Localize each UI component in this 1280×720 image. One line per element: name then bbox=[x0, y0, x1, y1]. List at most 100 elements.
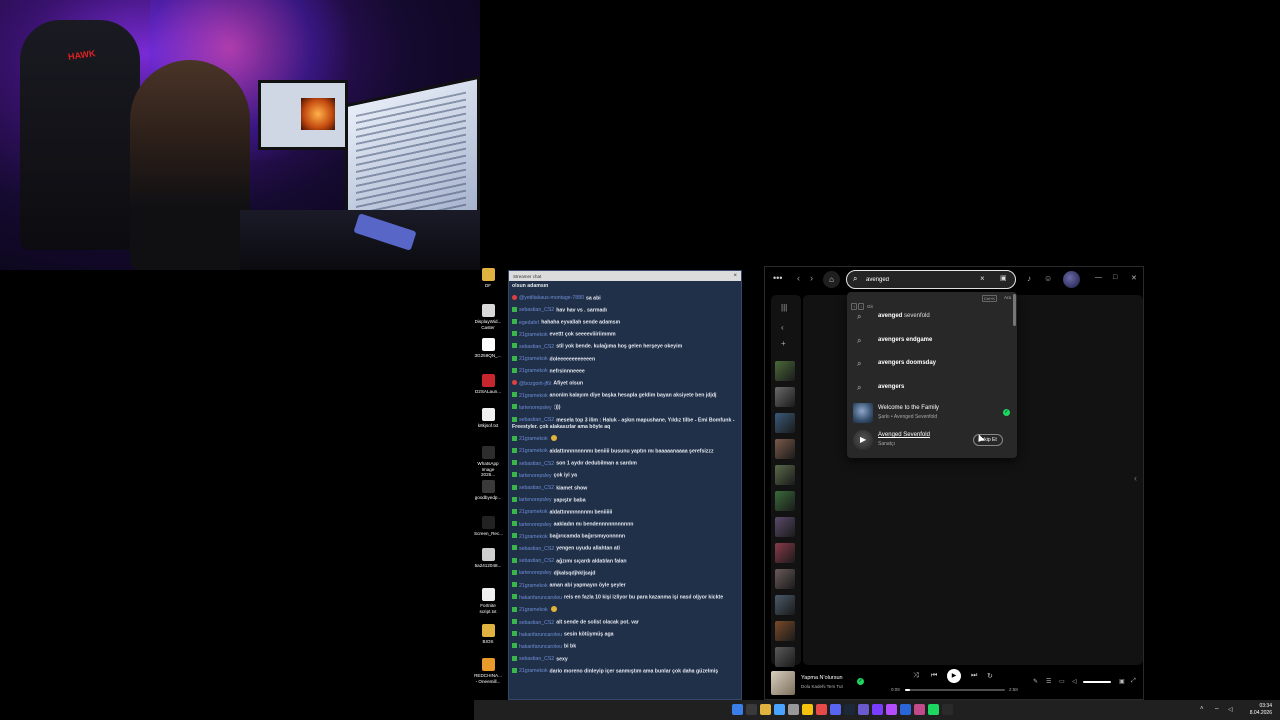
volume-slider[interactable] bbox=[1083, 681, 1111, 683]
friends-icon[interactable]: ☺ bbox=[1044, 274, 1052, 283]
taskbar-app-icon[interactable] bbox=[928, 704, 939, 715]
cover-art[interactable] bbox=[771, 671, 795, 695]
search-suggestion[interactable]: ⌕ avengers doomsday bbox=[847, 353, 1017, 375]
taskbar-app-icon[interactable] bbox=[914, 704, 925, 715]
desktop-icon[interactable]: WhatsApp Image 2026... bbox=[474, 446, 502, 478]
library-item[interactable] bbox=[775, 543, 795, 563]
track-artist[interactable]: Dolu Kadehi Ters Tut bbox=[801, 684, 843, 689]
spotify-window[interactable]: ••• ‹ › ⌂ ⌕ × ▣ ♪ ☺ — □ ✕ ||| ‹ + ‹ ↑↓Gi… bbox=[764, 266, 1144, 700]
queue-icon[interactable]: ☰ bbox=[1046, 678, 1051, 685]
chevron-left-icon[interactable]: ‹ bbox=[1134, 473, 1137, 483]
library-item[interactable] bbox=[775, 621, 795, 641]
plus-icon[interactable]: + bbox=[781, 339, 786, 348]
speaker-icon[interactable]: ◁ bbox=[1228, 706, 1233, 713]
desktop-icon[interactable]: Fortnite script.txt bbox=[474, 588, 502, 614]
desktop-icon[interactable]: DisplayWid... Caster bbox=[474, 304, 502, 330]
library-item[interactable] bbox=[775, 647, 795, 667]
chat-username[interactable]: 21gramekok bbox=[519, 509, 548, 515]
chat-username[interactable]: hakanfaruncaroleu bbox=[519, 644, 562, 650]
chat-username[interactable]: 21gramekok bbox=[519, 356, 548, 362]
desktop-icon[interactable]: k8kjsof.txt bbox=[474, 408, 502, 429]
chat-username[interactable]: sebastian_CS2 bbox=[519, 485, 554, 491]
chat-username[interactable]: lartenorepsley bbox=[519, 570, 552, 576]
play-button[interactable]: ▶ bbox=[947, 669, 961, 683]
taskbar-app-icon[interactable] bbox=[900, 704, 911, 715]
chat-username[interactable]: 21gramekok bbox=[519, 436, 548, 442]
search-suggestion[interactable]: ⌕ avengers endgame bbox=[847, 330, 1017, 352]
desktop-icon[interactable]: 3G259QN_... bbox=[474, 338, 502, 359]
desktop-icon[interactable]: 5a2412048... bbox=[474, 548, 502, 569]
taskbar-app-icon[interactable] bbox=[942, 704, 953, 715]
chat-username[interactable]: hakanfaruncaroleu bbox=[519, 632, 562, 638]
fullscreen-icon[interactable]: ⤢ bbox=[1131, 678, 1136, 685]
library-item[interactable] bbox=[775, 595, 795, 615]
chat-username[interactable]: @yetiltakaus-montage-7880 bbox=[519, 295, 584, 301]
result-song[interactable]: Welcome to the Family Şarkı • Avenged Se… bbox=[847, 400, 1017, 426]
taskbar-app-icon[interactable] bbox=[732, 704, 743, 715]
volume-icon[interactable]: ◁ bbox=[1072, 678, 1077, 685]
tray-arrow-icon[interactable]: ˄ bbox=[1200, 706, 1204, 712]
chat-username[interactable]: 21gramekok bbox=[519, 368, 548, 374]
desktop-icon[interactable]: Screen_Rec... bbox=[474, 516, 503, 537]
saved-check-icon[interactable]: ✓ bbox=[1003, 409, 1010, 416]
devices-icon[interactable]: ▭ bbox=[1059, 678, 1065, 685]
taskbar-app-icon[interactable] bbox=[830, 704, 841, 715]
minimize-icon[interactable]: — bbox=[1095, 274, 1102, 281]
taskbar-app-icon[interactable] bbox=[872, 704, 883, 715]
library-item[interactable] bbox=[775, 569, 795, 589]
next-icon[interactable]: ⏭ bbox=[971, 672, 977, 680]
previous-icon[interactable]: ⏮ bbox=[931, 672, 937, 680]
progress-bar[interactable] bbox=[905, 689, 1005, 691]
clear-icon[interactable]: × bbox=[980, 274, 985, 283]
chat-username[interactable]: egedahrl bbox=[519, 320, 539, 326]
chat-username[interactable]: sebastian_CS2 bbox=[519, 461, 554, 467]
maximize-icon[interactable]: □ bbox=[1113, 274, 1117, 281]
chat-username[interactable]: sebastian_CS2 bbox=[519, 307, 554, 313]
chat-username[interactable]: 21gramekok bbox=[519, 448, 548, 454]
more-icon[interactable]: ••• bbox=[773, 273, 782, 283]
miniplayer-icon[interactable]: ▣ bbox=[1119, 678, 1125, 685]
taskbar-app-icon[interactable] bbox=[858, 704, 869, 715]
library-item[interactable] bbox=[775, 361, 795, 381]
chat-username[interactable]: lartenorepsley bbox=[519, 497, 552, 503]
home-icon[interactable]: ⌂ bbox=[823, 271, 840, 288]
avatar[interactable] bbox=[1063, 271, 1080, 288]
taskbar-app-icon[interactable] bbox=[844, 704, 855, 715]
clock[interactable]: 03:34 8.04.2026 bbox=[1250, 703, 1272, 716]
chat-username[interactable]: hakanfaruncaroleu bbox=[519, 595, 562, 601]
close-icon[interactable]: ✕ bbox=[1131, 274, 1137, 282]
library-item[interactable] bbox=[775, 387, 795, 407]
chat-username[interactable]: sebastian_CS2 bbox=[519, 558, 554, 564]
taskbar-app-icon[interactable] bbox=[774, 704, 785, 715]
chat-username[interactable]: 21gramekok bbox=[519, 583, 548, 589]
taskbar-app-icon[interactable] bbox=[760, 704, 771, 715]
network-icon[interactable]: ⌔ bbox=[1214, 706, 1220, 714]
back-icon[interactable]: ‹ bbox=[797, 273, 800, 283]
library-item[interactable] bbox=[775, 491, 795, 511]
search-suggestion[interactable]: ⌕ avengers bbox=[847, 377, 1017, 399]
browse-icon[interactable]: ▣ bbox=[1000, 274, 1007, 282]
lyrics-icon[interactable]: ✎ bbox=[1033, 678, 1038, 685]
desktop-icon[interactable]: BIOS bbox=[474, 624, 502, 645]
taskbar-app-icon[interactable] bbox=[816, 704, 827, 715]
chat-username[interactable]: sebastian_CS2 bbox=[519, 417, 554, 423]
library-item[interactable] bbox=[775, 413, 795, 433]
chat-username[interactable]: sebastian_CS2 bbox=[519, 344, 554, 350]
search-suggestion[interactable]: ⌕ avenged sevenfold bbox=[847, 306, 1017, 328]
desktop-icon[interactable]: goodbyedp... bbox=[474, 480, 502, 501]
chat-username[interactable]: lartenorepsley bbox=[519, 522, 552, 528]
bell-icon[interactable]: ♪ bbox=[1027, 274, 1031, 283]
artist-title[interactable]: Avenged Sevenfold bbox=[878, 432, 930, 438]
desktop-icon[interactable]: REDCHINA... - Oneemill... bbox=[474, 658, 502, 684]
library-icon[interactable]: ||| bbox=[781, 303, 787, 312]
chat-username[interactable]: @bozgorit-jf6t bbox=[519, 381, 551, 387]
library-item[interactable] bbox=[775, 517, 795, 537]
taskbar-app-icon[interactable] bbox=[802, 704, 813, 715]
chat-username[interactable]: 21gramekok bbox=[519, 668, 548, 674]
library-item[interactable] bbox=[775, 439, 795, 459]
desktop-icon[interactable]: DF bbox=[474, 268, 502, 289]
chat-username[interactable]: sebastian_CS2 bbox=[519, 546, 554, 552]
library-item[interactable] bbox=[775, 465, 795, 485]
chat-titlebar[interactable]: Streamer chat × bbox=[509, 271, 741, 281]
play-icon[interactable]: ▶ bbox=[860, 435, 866, 444]
